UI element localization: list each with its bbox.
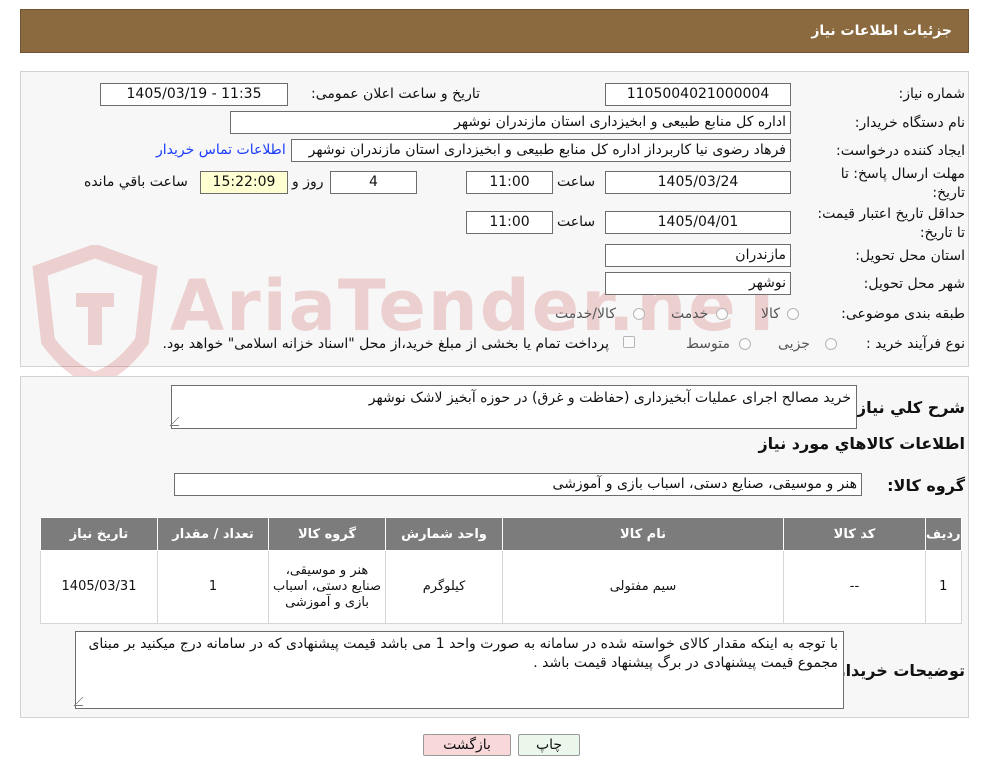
reply-time-field: 11:00 [466, 171, 553, 194]
request-creator-field: فرهاد رضوی نیا کاربرداز اداره کل منابع ط… [291, 139, 791, 162]
remaining-time-label: ساعت باقي مانده [84, 174, 188, 190]
category-service-label: خدمت [671, 306, 709, 322]
cell-goods-code: -- [783, 550, 926, 624]
buyer-notes-text: با توجه به اینکه مقدار کالای خواسته شده … [88, 636, 838, 671]
goods-table: ردیف کد کالا نام کالا واحد شمارش گروه کا… [40, 517, 962, 624]
category-goods-service-label: کالا/خدمت [555, 306, 616, 322]
treasury-payment-note: پرداخت تمام یا بخشی از مبلغ خرید،از محل … [162, 336, 609, 352]
price-validity-label: حداقل تاریخ اعتبار قیمت: تا تاریخ: [817, 206, 965, 241]
watermark: AriaTender.neT [30, 245, 785, 385]
need-number-field: 1105004021000004 [605, 83, 791, 106]
reply-deadline-label: مهلت ارسال پاسخ: تا تاریخ: [840, 166, 965, 201]
category-goods-label: کالا [761, 306, 780, 322]
cell-goods-group: هنر و موسیقی، صنایع دستی، اسباب بازی و آ… [268, 550, 386, 624]
goods-table-wrapper: ردیف کد کالا نام کالا واحد شمارش گروه کا… [40, 517, 962, 624]
col-row-number: ردیف [925, 517, 962, 551]
shield-logo-icon [32, 245, 158, 385]
price-validity-date-field: 1405/04/01 [605, 211, 791, 234]
announce-datetime-label: تاریخ و ساعت اعلان عمومی: [311, 86, 480, 102]
goods-group-field: هنر و موسیقی، صنایع دستی، اسباب بازی و آ… [174, 473, 862, 496]
process-partial-label: جزیی [778, 336, 810, 352]
resize-handle[interactable] [169, 417, 188, 426]
delivery-city-label: شهر محل تحویل: [863, 276, 965, 292]
reply-time-label: ساعت [557, 174, 596, 190]
resize-handle[interactable] [73, 697, 92, 706]
summary-label: شرح کلي نياز: [850, 398, 965, 417]
table-row: 1 -- سیم مفتولی کیلوگرم هنر و موسیقی، صن… [40, 550, 962, 624]
buyer-org-field: اداره کل منابع طبیعی و ابخیزداری استان م… [230, 111, 791, 134]
cell-row-number: 1 [925, 550, 962, 624]
treasury-payment-checkbox[interactable] [623, 336, 635, 348]
col-quantity: تعداد / مقدار [157, 517, 269, 551]
category-goods-service-radio[interactable] [633, 308, 645, 320]
category-goods-radio[interactable] [787, 308, 799, 320]
cell-quantity: 1 [157, 550, 269, 624]
col-goods-code: کد کالا [783, 517, 926, 551]
remaining-time-field: 15:22:09 [200, 171, 288, 194]
buyer-contact-link[interactable]: اطلاعات تماس خریدار [156, 142, 286, 158]
buyer-notes-label: توضیحات خریدار: [829, 661, 965, 680]
process-medium-radio[interactable] [739, 338, 751, 350]
goods-info-title: اطلاعات کالاهاي مورد نياز [758, 434, 965, 453]
announce-datetime-field: 1405/03/19 - 11:35 [100, 83, 288, 106]
delivery-province-label: استان محل تحویل: [855, 248, 965, 264]
reply-date-field: 1405/03/24 [605, 171, 791, 194]
summary-textarea: خرید مصالح اجرای عملیات آبخیزداری (حفاظت… [169, 385, 857, 429]
process-partial-radio[interactable] [825, 338, 837, 350]
category-service-radio[interactable] [716, 308, 728, 320]
delivery-province-field: مازندران [605, 244, 791, 267]
back-button[interactable]: بازگشت [423, 734, 511, 756]
days-label: روز و [292, 174, 324, 190]
delivery-city-field: نوشهر [605, 272, 791, 295]
cell-goods-name: سیم مفتولی [502, 550, 784, 624]
page-title: جزئیات اطلاعات نیاز [811, 23, 952, 39]
print-button[interactable]: چاپ [518, 734, 580, 756]
need-number-label: شماره نیاز: [898, 86, 966, 102]
col-need-date: تاریخ نیاز [40, 517, 158, 551]
category-label: طبقه بندی موضوعی: [841, 306, 965, 322]
col-goods-group: گروه کالا [268, 517, 386, 551]
col-goods-name: نام کالا [502, 517, 784, 551]
process-type-label: نوع فرآیند خرید : [866, 336, 965, 352]
summary-text: خرید مصالح اجرای عملیات آبخیزداری (حفاظت… [368, 390, 851, 406]
buyer-org-label: نام دستگاه خریدار: [854, 115, 965, 131]
cell-need-date: 1405/03/31 [40, 550, 158, 624]
days-remaining-field: 4 [330, 171, 417, 194]
request-creator-label: ایجاد کننده درخواست: [836, 143, 965, 159]
cell-unit: کیلوگرم [385, 550, 503, 624]
goods-table-header: ردیف کد کالا نام کالا واحد شمارش گروه کا… [40, 517, 962, 551]
goods-group-label: گروه کالا: [887, 476, 965, 495]
process-medium-label: متوسط [686, 336, 730, 352]
price-validity-time-label: ساعت [557, 214, 596, 230]
price-validity-time-field: 11:00 [466, 211, 553, 234]
buyer-notes-textarea: با توجه به اینکه مقدار کالای خواسته شده … [73, 631, 844, 709]
col-unit: واحد شمارش [385, 517, 503, 551]
page-header: جزئیات اطلاعات نیاز [20, 9, 969, 53]
